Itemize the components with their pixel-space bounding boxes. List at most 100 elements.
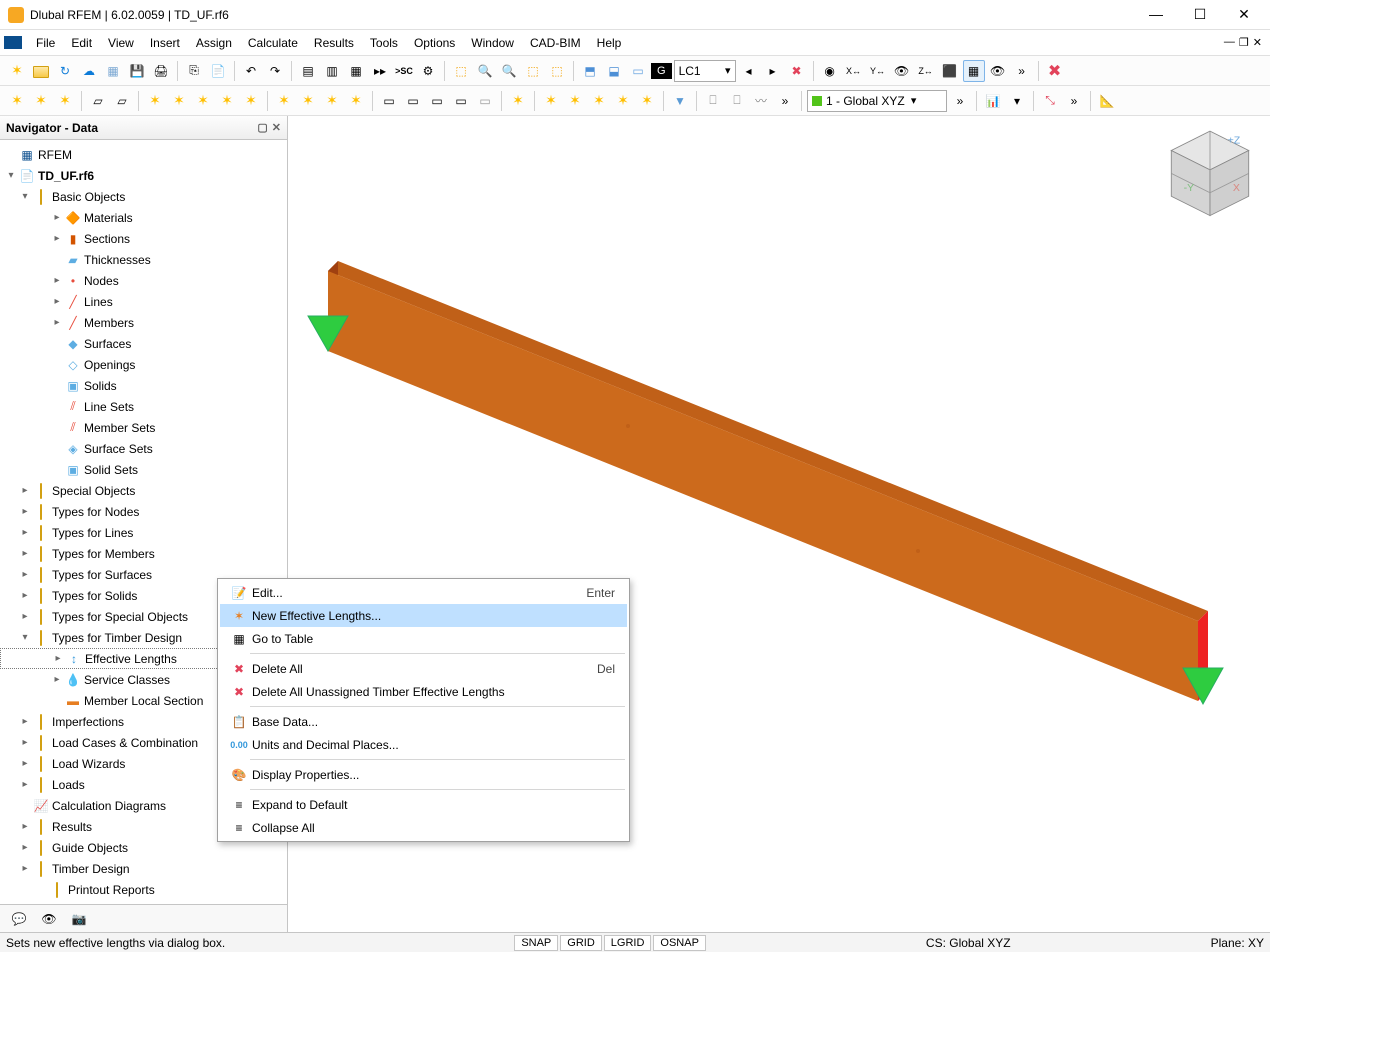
load-case-combo[interactable]: LC1 ▾ xyxy=(674,60,736,82)
star-tool-icon[interactable]: ✶ xyxy=(507,90,529,112)
tree-types-members[interactable]: Types for Members xyxy=(0,543,287,564)
line-tool-icon[interactable]: ✶ xyxy=(30,90,52,112)
support3-tool-icon[interactable]: ✶ xyxy=(192,90,214,112)
copy-icon[interactable]: ⎘ xyxy=(183,60,205,82)
zoom-win-icon[interactable]: ⬚ xyxy=(522,60,544,82)
maximize-button[interactable]: ☐ xyxy=(1186,6,1214,23)
combine2-icon[interactable]: ✶ xyxy=(564,90,586,112)
grid-render-icon[interactable]: ▦ xyxy=(963,60,985,82)
sc-icon[interactable]: >SC xyxy=(393,60,415,82)
dim-z-icon[interactable]: Z↔ xyxy=(915,60,937,82)
node-tool-icon[interactable]: ✶ xyxy=(6,90,28,112)
select-icon[interactable]: ⬚ xyxy=(450,60,472,82)
combine5-icon[interactable]: ✶ xyxy=(636,90,658,112)
redo-icon[interactable]: ↷ xyxy=(264,60,286,82)
combine3-icon[interactable]: ✶ xyxy=(588,90,610,112)
undo-icon[interactable]: ↶ xyxy=(240,60,262,82)
menu-view[interactable]: View xyxy=(100,32,142,54)
support4-tool-icon[interactable]: ✶ xyxy=(216,90,238,112)
menu-results[interactable]: Results xyxy=(306,32,362,54)
tree-lines[interactable]: ╱Lines xyxy=(0,291,287,312)
wand-icon[interactable]: ⚙ xyxy=(417,60,439,82)
menu-tools[interactable]: Tools xyxy=(362,32,406,54)
tree-project[interactable]: 📄TD_UF.rf6 xyxy=(0,165,287,186)
navigator-close-icon[interactable]: ✕ xyxy=(272,121,281,134)
area-load3-icon[interactable]: ▭ xyxy=(426,90,448,112)
refresh-icon[interactable]: ↻ xyxy=(54,60,76,82)
nav-footer-camera-icon[interactable]: 📷 xyxy=(68,909,90,929)
area-load-icon[interactable]: ▭ xyxy=(378,90,400,112)
menu-window[interactable]: Window xyxy=(463,32,522,54)
menu-help[interactable]: Help xyxy=(589,32,630,54)
axes-icon[interactable]: ⤡ xyxy=(1039,90,1061,112)
table-icon[interactable]: ▤ xyxy=(297,60,319,82)
tree-types-nodes[interactable]: Types for Nodes xyxy=(0,501,287,522)
table2-icon[interactable]: ▥ xyxy=(321,60,343,82)
more4-icon[interactable]: » xyxy=(1063,90,1085,112)
script-icon[interactable]: ▸▸ xyxy=(369,60,391,82)
menu-assign[interactable]: Assign xyxy=(188,32,240,54)
dim-x-icon[interactable]: X↔ xyxy=(843,60,865,82)
tree-solids[interactable]: ▣Solids xyxy=(0,375,287,396)
navigator-pin-icon[interactable]: ▢ xyxy=(257,121,267,134)
load4-tool-icon[interactable]: ✶ xyxy=(345,90,367,112)
load-tool-icon[interactable]: ✶ xyxy=(273,90,295,112)
cm-units[interactable]: 0.00Units and Decimal Places... xyxy=(220,733,627,756)
bracket2-icon[interactable]: ⎕ xyxy=(726,90,748,112)
more-toolbar-icon[interactable]: » xyxy=(1011,60,1033,82)
cm-delete-all[interactable]: ✖Delete AllDel xyxy=(220,657,627,680)
lc-next-icon[interactable]: ▸ xyxy=(762,60,784,82)
cm-delete-unassigned[interactable]: ✖Delete All Unassigned Timber Effective … xyxy=(220,680,627,703)
nav-footer-eye-icon[interactable]: 👁 xyxy=(38,909,60,929)
area-load4-icon[interactable]: ▭ xyxy=(450,90,472,112)
eye-icon[interactable]: 👁 xyxy=(891,60,913,82)
tree-surfaces[interactable]: ◆Surfaces xyxy=(0,333,287,354)
paste-icon[interactable]: 📄 xyxy=(207,60,229,82)
navigation-cube[interactable]: +Z X -Y xyxy=(1166,126,1254,226)
area-load5-icon[interactable]: ▭ xyxy=(474,90,496,112)
load3-tool-icon[interactable]: ✶ xyxy=(321,90,343,112)
zoom-ext-icon[interactable]: ⬚ xyxy=(546,60,568,82)
cm-edit[interactable]: 📝Edit...Enter xyxy=(220,581,627,604)
table3-icon[interactable]: ▦ xyxy=(345,60,367,82)
chart-icon[interactable]: 📊 xyxy=(982,90,1004,112)
tree-types-lines[interactable]: Types for Lines xyxy=(0,522,287,543)
tree-basic-objects[interactable]: Basic Objects xyxy=(0,186,287,207)
cm-go-to-table[interactable]: ▦Go to Table xyxy=(220,627,627,650)
tree-materials[interactable]: 🔶Materials xyxy=(0,207,287,228)
tree-special-objects[interactable]: Special Objects xyxy=(0,480,287,501)
combine-icon[interactable]: ✶ xyxy=(540,90,562,112)
cm-new-effective-lengths[interactable]: ✶New Effective Lengths... xyxy=(220,604,627,627)
tree-thicknesses[interactable]: ▰Thicknesses xyxy=(0,249,287,270)
chart2-icon[interactable]: ▾ xyxy=(1006,90,1028,112)
cm-display-properties[interactable]: 🎨Display Properties... xyxy=(220,763,627,786)
menu-file[interactable]: File xyxy=(28,32,63,54)
minimize-button[interactable]: — xyxy=(1142,6,1170,23)
model-icon[interactable]: ▦ xyxy=(102,60,124,82)
tree-printout-reports[interactable]: Printout Reports xyxy=(0,879,287,900)
bracket-icon[interactable]: ⎕ xyxy=(702,90,724,112)
support2-tool-icon[interactable]: ✶ xyxy=(168,90,190,112)
view-top-icon[interactable]: ⬒ xyxy=(579,60,601,82)
cloud-icon[interactable]: ☁ xyxy=(78,60,100,82)
status-grid-button[interactable]: GRID xyxy=(560,935,602,951)
area-load2-icon[interactable]: ▭ xyxy=(402,90,424,112)
status-snap-button[interactable]: SNAP xyxy=(514,935,558,951)
close-button[interactable]: ✕ xyxy=(1230,6,1258,23)
dim-y-icon[interactable]: Y↔ xyxy=(867,60,889,82)
print-icon[interactable]: 🖨 xyxy=(150,60,172,82)
doc-minimize-button[interactable]: — xyxy=(1224,36,1235,49)
save-icon[interactable]: 💾 xyxy=(126,60,148,82)
tree-member-sets[interactable]: ⫽Member Sets xyxy=(0,417,287,438)
more3-icon[interactable]: » xyxy=(949,90,971,112)
cm-base-data[interactable]: 📋Base Data... xyxy=(220,710,627,733)
tree-surface-sets[interactable]: ◈Surface Sets xyxy=(0,438,287,459)
render-icon[interactable]: ◉ xyxy=(819,60,841,82)
surface-tool-icon[interactable]: ▱ xyxy=(87,90,109,112)
open-file-icon[interactable] xyxy=(30,60,52,82)
menu-options[interactable]: Options xyxy=(406,32,463,54)
cm-collapse-all[interactable]: ≡Collapse All xyxy=(220,816,627,839)
load2-tool-icon[interactable]: ✶ xyxy=(297,90,319,112)
tree-timber-design[interactable]: Timber Design xyxy=(0,858,287,879)
tree-members[interactable]: ╱Members xyxy=(0,312,287,333)
